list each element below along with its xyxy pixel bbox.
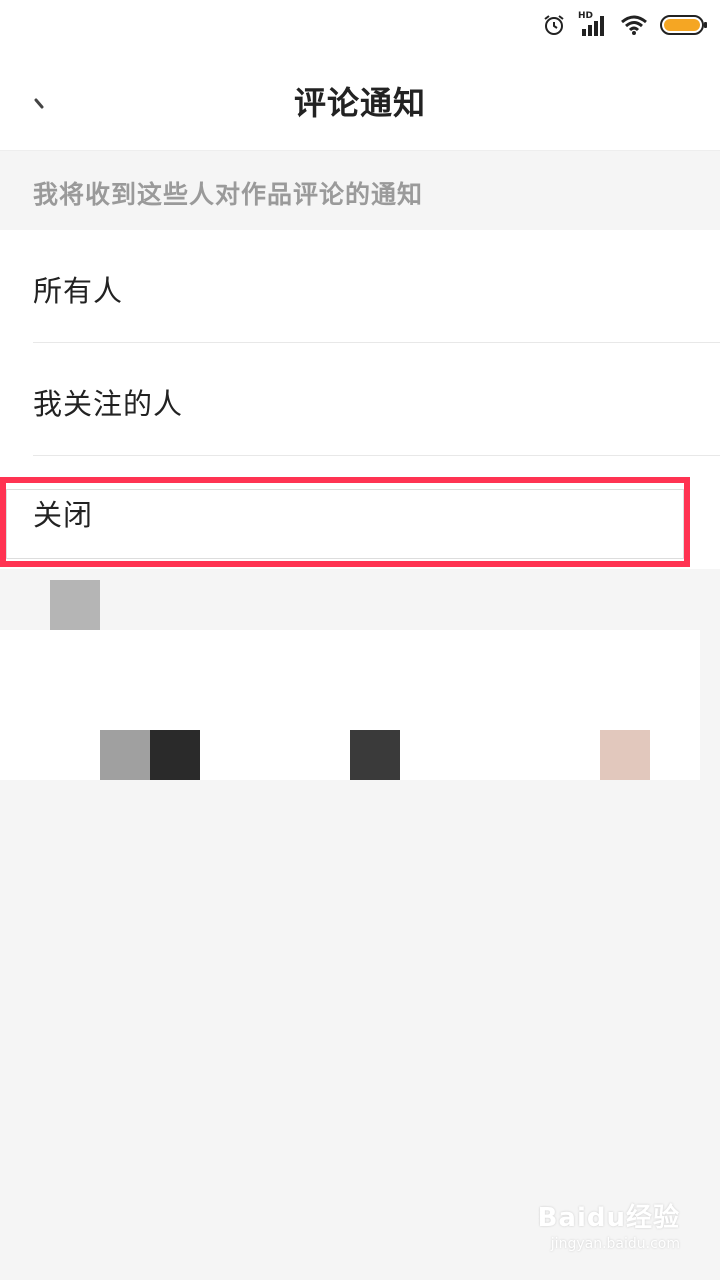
battery-icon — [660, 14, 708, 36]
option-off[interactable]: 关闭 — [0, 456, 720, 569]
wifi-icon — [620, 14, 648, 36]
option-following[interactable]: 我关注的人 — [0, 343, 720, 456]
pixel-block — [50, 580, 100, 630]
hd-signal-icon: HD — [578, 11, 608, 37]
watermark-sub: jingyan.baidu.com — [550, 1236, 680, 1252]
screen: HD 评论通知 我将收到这些人对作品评论的通知 所有人 我关注的人 关闭 Bai… — [0, 0, 720, 1280]
pixel-block — [100, 730, 150, 780]
pixel-block — [600, 730, 650, 780]
option-label: 我关注的人 — [33, 387, 184, 421]
page-title: 评论通知 — [293, 84, 426, 122]
option-everyone[interactable]: 所有人 — [0, 230, 720, 343]
watermark: Baidu经验 jingyan.baidu.com — [538, 1197, 680, 1252]
pixel-panel — [0, 630, 700, 780]
pixel-block — [350, 730, 400, 780]
section-label: 我将收到这些人对作品评论的通知 — [0, 151, 720, 229]
status-bar: HD — [0, 0, 720, 50]
header: 评论通知 — [0, 50, 720, 151]
status-icons: HD — [542, 10, 708, 40]
alarm-icon — [542, 13, 566, 37]
section-label-text: 我将收到这些人对作品评论的通知 — [33, 180, 424, 209]
pixel-block — [150, 730, 200, 780]
watermark-main: Baidu经验 — [537, 1203, 680, 1233]
option-label: 关闭 — [33, 498, 94, 532]
option-label: 所有人 — [33, 274, 124, 308]
option-list: 所有人 我关注的人 关闭 — [0, 230, 720, 569]
